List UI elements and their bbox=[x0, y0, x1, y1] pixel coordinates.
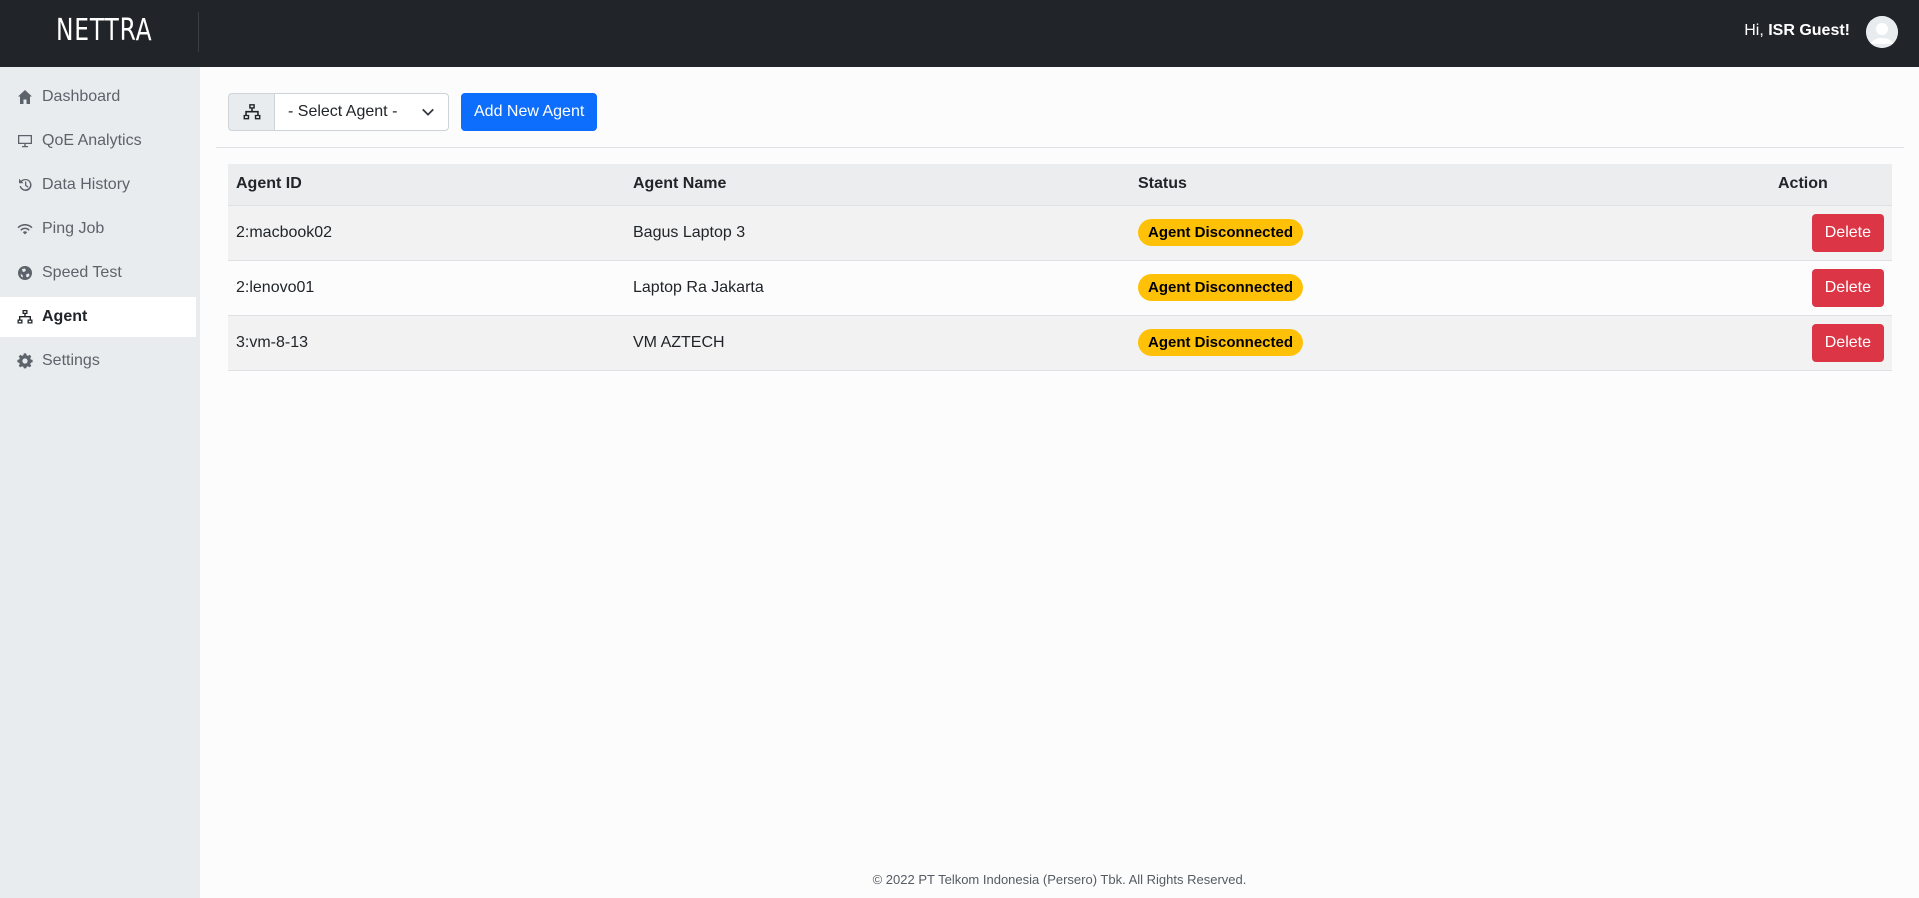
add-new-agent-button[interactable]: Add New Agent bbox=[461, 93, 598, 131]
globe-icon bbox=[17, 265, 33, 281]
sidebar-item-label: Data History bbox=[42, 176, 131, 193]
user-name: ISR Guest! bbox=[1768, 22, 1850, 39]
sidebar-item-label: Agent bbox=[42, 308, 88, 325]
table-row: 3:vm-8-13 VM AZTECH Agent Disconnected D… bbox=[228, 315, 1892, 371]
home-icon bbox=[17, 89, 33, 105]
agent-name-cell: VM AZTECH bbox=[625, 315, 1130, 371]
monitor-icon bbox=[17, 133, 33, 149]
agent-name-cell: Bagus Laptop 3 bbox=[625, 205, 1130, 261]
sidebar-item-dashboard[interactable]: Dashboard bbox=[0, 77, 196, 117]
agent-name-cell: Laptop Ra Jakarta bbox=[625, 260, 1130, 316]
agent-toolbar: - Select Agent - Add New Agent bbox=[228, 93, 598, 131]
action-cell: Delete bbox=[1770, 260, 1892, 316]
status-badge: Agent Disconnected bbox=[1138, 219, 1304, 246]
agent-table: Agent ID Agent Name Status Action 2:macb… bbox=[228, 164, 1892, 371]
status-badge: Agent Disconnected bbox=[1138, 329, 1304, 356]
wifi-icon bbox=[17, 221, 33, 237]
action-cell: Delete bbox=[1770, 315, 1892, 371]
delete-button[interactable]: Delete bbox=[1811, 268, 1884, 307]
sidebar-item-label: Ping Job bbox=[42, 220, 105, 237]
status-cell: Agent Disconnected bbox=[1130, 315, 1770, 371]
delete-button[interactable]: Delete bbox=[1811, 213, 1884, 252]
sidebar-item-ping-job[interactable]: Ping Job bbox=[0, 209, 196, 249]
column-header-agent-name: Agent Name bbox=[625, 164, 1130, 206]
agent-select[interactable]: - Select Agent - bbox=[274, 93, 449, 131]
table-header-row: Agent ID Agent Name Status Action bbox=[228, 164, 1892, 206]
table-row: 2:macbook02 Bagus Laptop 3 Agent Disconn… bbox=[228, 205, 1892, 261]
sidebar-item-agent[interactable]: Agent bbox=[0, 297, 196, 337]
delete-button[interactable]: Delete bbox=[1811, 323, 1884, 362]
greeting-prefix: Hi, bbox=[1744, 22, 1769, 39]
sidebar-item-speed-test[interactable]: Speed Test bbox=[0, 253, 196, 293]
history-icon bbox=[17, 177, 33, 193]
main-content: - Select Agent - Add New Agent Agent ID … bbox=[200, 67, 1919, 898]
column-header-action: Action bbox=[1770, 164, 1892, 206]
brand-divider bbox=[198, 12, 199, 52]
sidebar-item-label: QoE Analytics bbox=[42, 132, 142, 149]
agent-id-cell: 3:vm-8-13 bbox=[228, 315, 625, 371]
agent-select-value: - Select Agent - bbox=[288, 103, 398, 120]
sidebar-item-qoe-analytics[interactable]: QoE Analytics bbox=[0, 121, 196, 161]
divider bbox=[216, 147, 1904, 148]
sidebar-item-label: Settings bbox=[42, 352, 100, 369]
column-header-status: Status bbox=[1130, 164, 1770, 206]
user-avatar-icon[interactable] bbox=[1866, 16, 1898, 48]
column-header-agent-id: Agent ID bbox=[228, 164, 625, 206]
agent-id-cell: 2:macbook02 bbox=[228, 205, 625, 261]
action-cell: Delete bbox=[1770, 205, 1892, 261]
user-greeting: Hi, ISR Guest! bbox=[1744, 22, 1850, 40]
agent-id-cell: 2:lenovo01 bbox=[228, 260, 625, 316]
table-row: 2:lenovo01 Laptop Ra Jakarta Agent Disco… bbox=[228, 260, 1892, 316]
status-cell: Agent Disconnected bbox=[1130, 205, 1770, 261]
sidebar-item-data-history[interactable]: Data History bbox=[0, 165, 196, 205]
top-navbar: NETTRA Hi, ISR Guest! bbox=[0, 0, 1919, 67]
agent-select-group: - Select Agent - bbox=[228, 93, 449, 131]
network-icon bbox=[228, 93, 274, 131]
sidebar-item-label: Dashboard bbox=[42, 88, 121, 105]
nettra-logo[interactable]: NETTRA bbox=[56, 13, 152, 48]
chevron-down-icon bbox=[422, 108, 434, 116]
sidebar: Dashboard QoE Analytics Data History Pin… bbox=[0, 67, 200, 898]
network-icon bbox=[17, 309, 33, 325]
footer-copyright: © 2022 PT Telkom Indonesia (Persero) Tbk… bbox=[872, 872, 1247, 887]
sidebar-item-label: Speed Test bbox=[42, 264, 122, 281]
sidebar-item-settings[interactable]: Settings bbox=[0, 341, 196, 381]
status-cell: Agent Disconnected bbox=[1130, 260, 1770, 316]
gear-icon bbox=[17, 353, 33, 369]
status-badge: Agent Disconnected bbox=[1138, 274, 1304, 301]
